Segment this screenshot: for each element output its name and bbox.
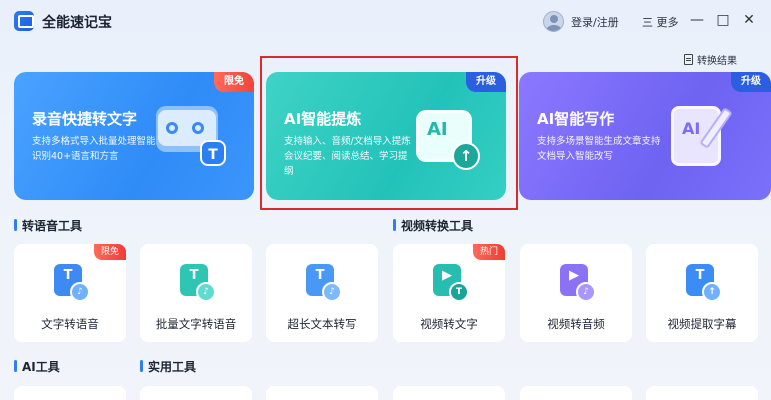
long-text-to-speech-icon: T ♪ xyxy=(304,264,342,304)
tool-tile-long-text[interactable]: T ♪ 超长文本转写 xyxy=(266,244,378,342)
user-avatar-icon[interactable] xyxy=(543,11,564,32)
card-description: 支持多场景智能生成文章支持文档导入智能改写 xyxy=(537,136,661,162)
card-title: 录音快捷转文字 xyxy=(32,110,138,128)
section-title-video-tools: 视频转换工具 xyxy=(393,217,473,234)
batch-text-to-speech-icon: T ♪ xyxy=(178,264,216,304)
tool-label: 视频提取字幕 xyxy=(667,317,737,331)
tool-label: 批量文字转语音 xyxy=(155,317,237,331)
tool-tile-video-to-audio[interactable]: ▶ ♪ 视频转音频 xyxy=(520,244,632,342)
upgrade-badge: 升级 xyxy=(731,72,771,92)
tool-label: 视频转音频 xyxy=(547,317,605,331)
utility-tool-tile[interactable] xyxy=(646,386,758,400)
app-logo-icon xyxy=(14,11,34,31)
convert-result-link[interactable]: 转换结果 xyxy=(684,52,737,67)
utility-tool-tile[interactable] xyxy=(140,386,252,400)
card-description: 支持多格式导入批量处理智能识别40+语言和方言 xyxy=(32,136,156,162)
free-badge: 限免 xyxy=(214,72,254,92)
card-title: AI智能写作 xyxy=(537,110,615,128)
section-title-utility-tools: 实用工具 xyxy=(140,358,196,375)
upgrade-badge: 升级 xyxy=(466,72,506,92)
maximize-button[interactable]: □ xyxy=(714,11,732,29)
minimize-button[interactable]: — xyxy=(688,11,706,29)
cassette-text-icon: T xyxy=(156,100,232,176)
tool-label: 视频转文字 xyxy=(420,317,478,331)
ai-tool-tile[interactable] xyxy=(14,386,126,400)
section-title-ai-tools: AI工具 xyxy=(14,358,60,375)
tool-label: 超长文本转写 xyxy=(287,317,357,331)
tool-tile-video-subtitle[interactable]: T ↑ 视频提取字幕 xyxy=(646,244,758,342)
feature-card-ai-writing[interactable]: 升级 AI智能写作 支持多场景智能生成文章支持文档导入智能改写 AI xyxy=(519,72,771,200)
card-title: AI智能提炼 xyxy=(284,110,362,128)
feature-card-ai-extract[interactable]: 升级 AI智能提炼 支持输入、音频/文档导入提炼会议纪要、阅读总结、学习提纲 A… xyxy=(266,72,506,200)
hot-badge: 热门 xyxy=(472,244,505,260)
login-register-link[interactable]: 登录/注册 xyxy=(571,14,619,30)
tool-tile-batch-text-to-speech[interactable]: T ♪ 批量文字转语音 xyxy=(140,244,252,342)
tool-tile-text-to-speech[interactable]: 限免 T ♪ 文字转语音 xyxy=(14,244,126,342)
ai-document-pen-icon: AI xyxy=(661,100,737,176)
free-badge: 限免 xyxy=(93,244,126,260)
utility-tool-tile[interactable] xyxy=(266,386,378,400)
card-description: 支持输入、音频/文档导入提炼会议纪要、阅读总结、学习提纲 xyxy=(284,136,411,177)
text-to-speech-icon: T ♪ xyxy=(52,264,90,304)
title-bar: 全能速记宝 登录/注册 三 更多 — □ ✕ xyxy=(0,0,771,44)
section-title-speech-tools: 转语音工具 xyxy=(14,217,82,234)
document-icon xyxy=(684,54,693,65)
feature-card-recording-to-text[interactable]: 限免 录音快捷转文字 支持多格式导入批量处理智能识别40+语言和方言 T xyxy=(14,72,254,200)
video-subtitle-icon: T ↑ xyxy=(684,264,722,304)
more-menu-button[interactable]: 三 更多 xyxy=(642,14,679,30)
convert-result-label: 转换结果 xyxy=(697,56,737,67)
ai-screen-upload-icon: AI ↑ xyxy=(408,100,484,176)
utility-tool-tile[interactable] xyxy=(520,386,632,400)
app-title: 全能速记宝 xyxy=(42,15,112,31)
video-to-text-icon: ▶ T xyxy=(431,264,469,304)
tool-tile-video-to-text[interactable]: 热门 ▶ T 视频转文字 xyxy=(393,244,505,342)
tool-label: 文字转语音 xyxy=(41,317,99,331)
close-button[interactable]: ✕ xyxy=(740,11,758,29)
utility-tool-tile[interactable] xyxy=(393,386,505,400)
video-to-audio-icon: ▶ ♪ xyxy=(558,264,596,304)
